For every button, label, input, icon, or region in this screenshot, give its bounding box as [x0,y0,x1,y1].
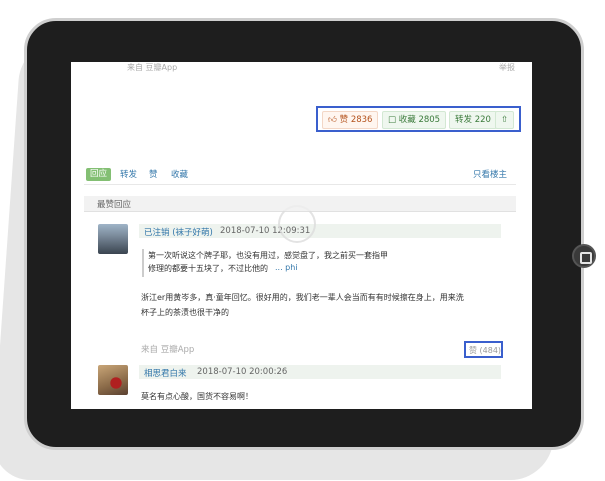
divider [84,184,516,185]
comment-source: 来自 豆瓣App [141,345,195,355]
quote-line: 修理的都要十五块了，不过比他的 [148,264,268,273]
tab-likes[interactable]: 赞 [149,168,158,180]
quote-line: 第一次听说这个牌子耶，也没有用过，感觉盘了，我之前买一套指甲 [148,251,388,260]
report-link[interactable]: 举报 [499,62,515,73]
section-title: 最赞回应 [97,200,132,210]
source-label: 来自 豆瓣App [127,63,178,72]
comment-body: 莫名有点心酸，国货不容易啊！ [141,392,253,401]
home-button[interactable] [572,244,596,268]
comment-header-bar [139,365,501,379]
expand-quote-link[interactable]: ... phi [275,263,298,272]
stats-highlight-box [316,106,521,132]
comment-author[interactable]: 已注销 (袜子好萌) [144,226,213,238]
tablet-screen: 来自 豆瓣App 举报 👍︎ 赞 2836 □ 收藏 2805 转发 220 ⇧… [71,62,532,409]
comment-body: 浙江er用黄岑多，真·童年回忆。很好用的，我们老一辈人会当而有有时候擦在身上，用… [141,293,464,302]
tab-replies[interactable]: 回应 [86,168,112,181]
loading-spinner-icon [278,205,316,243]
comment-time: 2018-07-10 20:00:26 [197,367,288,377]
only-op-link[interactable]: 只看楼主 [473,168,507,180]
likes-highlight-box [464,341,503,358]
tab-forward[interactable]: 转发 [120,168,137,180]
avatar[interactable] [98,224,128,254]
tab-collect[interactable]: 收藏 [171,168,188,180]
comment-author[interactable]: 相思君白来 [144,367,187,379]
avatar[interactable] [98,365,128,395]
comment-body: 杯子上的茶渍也很干净的 [141,308,229,317]
quote-bar [142,249,144,277]
